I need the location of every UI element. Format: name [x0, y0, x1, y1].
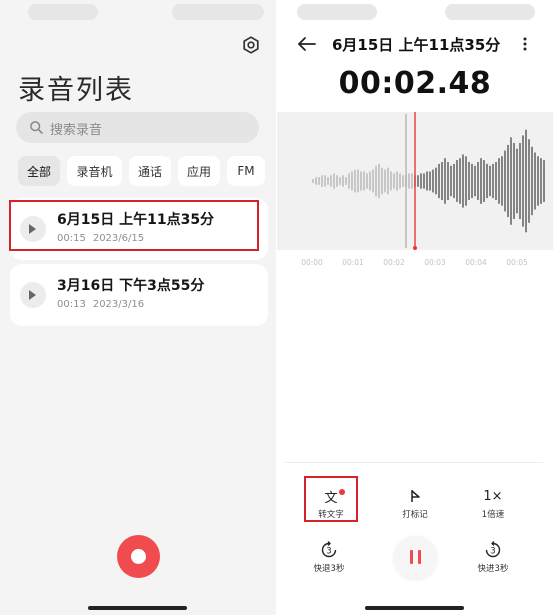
- time-tick-label: 00:05: [506, 258, 528, 267]
- recording-item[interactable]: 6月15日 上午11点35分 00:15 2023/6/15: [10, 198, 268, 260]
- transcribe-icon: 文: [324, 490, 338, 506]
- notification-dot: [339, 489, 345, 495]
- time-tick-label: 00:03: [424, 258, 446, 267]
- waveform-area[interactable]: [277, 112, 553, 250]
- filter-chip-apps[interactable]: 应用: [178, 156, 220, 186]
- waveform: [312, 112, 545, 250]
- status-bar-right: [445, 4, 535, 20]
- recording-list-screen: 录音列表 搜索录音 全部 录音机 通话 应用 FM 6月15日 上午11点35分…: [0, 0, 276, 615]
- svg-text:3: 3: [490, 546, 495, 556]
- play-button[interactable]: [20, 216, 46, 242]
- flag-icon: [411, 490, 420, 502]
- recording-meta: 00:13 2023/3/16: [57, 299, 144, 310]
- transcribe-label: 转文字: [318, 510, 344, 520]
- more-vertical-icon[interactable]: [521, 36, 529, 52]
- record-icon: [131, 549, 146, 564]
- forward-label: 快进3秒: [477, 564, 509, 574]
- time-tick-label: 00:01: [342, 258, 364, 267]
- filter-chip-recorder[interactable]: 录音机: [67, 156, 122, 186]
- home-indicator[interactable]: [88, 606, 187, 610]
- rewind-3s-button[interactable]: 3 快退3秒: [299, 541, 359, 574]
- time-axis: 00:00 00:01 00:02 00:03 00:04 00:05: [301, 258, 528, 267]
- recording-duration: 00:13: [57, 299, 86, 310]
- status-bar-left: [297, 4, 377, 20]
- recording-title: 6月15日 上午11点35分: [332, 36, 501, 54]
- time-tick-label: 00:02: [383, 258, 405, 267]
- filter-chip-all[interactable]: 全部: [18, 156, 60, 186]
- forward-3s-button[interactable]: 3 快进3秒: [463, 541, 523, 574]
- divider: [285, 462, 543, 463]
- filter-chip-calls[interactable]: 通话: [129, 156, 171, 186]
- recording-duration: 00:15: [57, 233, 86, 244]
- svg-text:3: 3: [326, 546, 331, 556]
- recording-date: 2023/3/16: [92, 299, 145, 310]
- search-input[interactable]: 搜索录音: [16, 112, 259, 143]
- pause-icon: [410, 550, 413, 564]
- mark-label: 打标记: [402, 510, 428, 520]
- back-arrow-icon[interactable]: [297, 35, 317, 53]
- status-bar-right: [172, 4, 264, 20]
- speed-button[interactable]: 1× 1倍速: [463, 486, 523, 521]
- mark-button[interactable]: 打标记: [385, 486, 445, 520]
- forward-icon: 3: [484, 541, 502, 559]
- record-button[interactable]: [117, 535, 160, 578]
- speed-icon: 1×: [483, 488, 503, 504]
- speed-label: 1倍速: [481, 510, 505, 520]
- recording-date: 2023/6/15: [92, 233, 145, 244]
- recording-meta: 00:15 2023/6/15: [57, 233, 144, 244]
- playhead-handle: [413, 246, 417, 250]
- pause-button[interactable]: [394, 536, 437, 579]
- search-placeholder: 搜索录音: [50, 123, 103, 138]
- elapsed-time: 00:02.48: [338, 66, 492, 101]
- play-icon: [29, 290, 36, 300]
- transcribe-button[interactable]: 文 转文字: [301, 486, 361, 520]
- play-icon: [29, 224, 36, 234]
- search-icon: [30, 121, 43, 134]
- page-title: 录音列表: [18, 75, 134, 106]
- filter-chip-fm[interactable]: FM: [227, 156, 265, 186]
- recording-item[interactable]: 3月16日 下午3点55分 00:13 2023/3/16: [10, 264, 268, 326]
- filter-tabs: 全部 录音机 通话 应用 FM: [18, 156, 276, 186]
- time-tick-label: 00:04: [465, 258, 487, 267]
- status-bar-left: [28, 4, 98, 20]
- gear-icon[interactable]: [240, 34, 262, 56]
- home-indicator[interactable]: [365, 606, 464, 610]
- playback-screen: 6月15日 上午11点35分 00:02.48 00:00 00:01 00:02 0…: [277, 0, 553, 615]
- time-tick-label: 00:00: [301, 258, 323, 267]
- rewind-label: 快退3秒: [313, 564, 345, 574]
- rewind-icon: 3: [320, 541, 338, 559]
- play-button[interactable]: [20, 282, 46, 308]
- recording-title: 3月16日 下午3点55分: [57, 278, 205, 294]
- recording-title: 6月15日 上午11点35分: [57, 212, 215, 228]
